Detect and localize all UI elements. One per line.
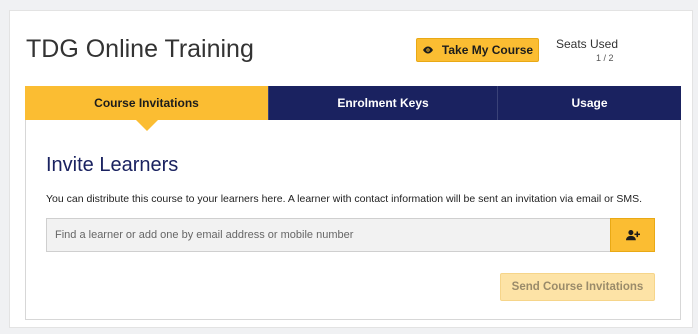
- take-my-course-label: Take My Course: [441, 43, 534, 57]
- learner-search-input[interactable]: [46, 218, 610, 252]
- add-user-icon: [625, 230, 640, 241]
- send-course-invitations-button[interactable]: Send Course Invitations: [500, 273, 655, 301]
- page-title: TDG Online Training: [26, 35, 254, 63]
- invite-learners-heading: Invite Learners: [46, 154, 179, 176]
- seats-used-label: Seats Used: [556, 37, 619, 51]
- tab-bar: Course Invitations Enrolment Keys Usage: [25, 86, 681, 131]
- course-card: TDG Online Training Take My Course Seats…: [9, 10, 693, 328]
- tab-enrolment-keys[interactable]: Enrolment Keys: [268, 86, 497, 120]
- tab-label: Course Invitations: [94, 96, 199, 110]
- tab-label: Usage: [571, 96, 608, 110]
- invite-panel: Invite Learners You can distribute this …: [25, 120, 681, 320]
- tab-course-invitations[interactable]: Course Invitations: [25, 86, 268, 131]
- tab-label: Enrolment Keys: [337, 96, 429, 110]
- send-label: Send Course Invitations: [511, 281, 644, 293]
- learner-search-group: [46, 218, 655, 252]
- add-learner-button[interactable]: [610, 218, 655, 252]
- eye-icon: [422, 46, 433, 54]
- seats-used-count: 1 / 2: [596, 53, 614, 63]
- invite-description: You can distribute this course to your l…: [46, 193, 643, 205]
- take-my-course-button[interactable]: Take My Course: [416, 38, 539, 62]
- tab-usage[interactable]: Usage: [497, 86, 681, 120]
